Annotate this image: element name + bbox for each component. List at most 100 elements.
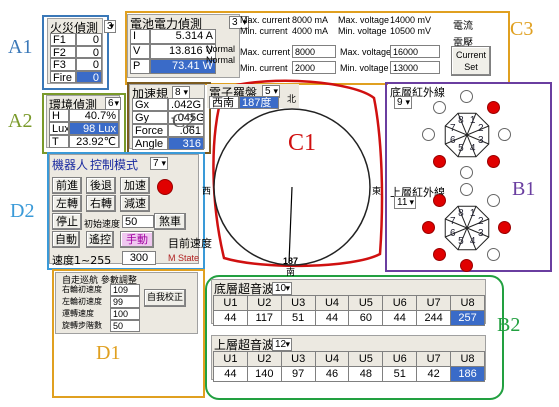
- stat-key: Max. current: [240, 15, 291, 25]
- us-header: U5: [348, 295, 384, 311]
- us-header: U3: [280, 351, 316, 367]
- us-upper-table: U1 U2 U3 U4 U5 U6 U7 U8 44 140 97 46 48 51 42 186: [213, 351, 485, 382]
- us-lower-table: U1 U2 U3 U4 U5 U6 U7 U8 44 117 51 44 60 44 244 257: [213, 295, 485, 326]
- ir_lower-sensor-0: [460, 90, 473, 103]
- row-label: Angle: [132, 137, 168, 150]
- row-label: I: [130, 29, 150, 44]
- row-label: F1: [50, 33, 76, 46]
- ir_lower-number: 4: [469, 143, 476, 155]
- set-key2: Max. voltage: [340, 47, 392, 57]
- us-value: 46: [314, 366, 350, 382]
- set-key: Min. current: [240, 63, 288, 73]
- fire-dropdown[interactable]: 3: [104, 20, 116, 33]
- init-speed-label: 初始速度: [84, 220, 121, 230]
- us-lower-dropdown[interactable]: 10: [272, 282, 292, 295]
- init-speed-input[interactable]: 50: [122, 215, 154, 228]
- speed-range-label: 速度1~255: [52, 254, 112, 267]
- us-header: U6: [382, 295, 418, 311]
- env-panel: 環境偵測 6 H40.7%Lux98 LuxT23.92℃: [46, 95, 121, 148]
- tuning-input[interactable]: 50: [110, 320, 140, 332]
- ir_upper-sensor-2: [498, 221, 511, 234]
- us-upper-dropdown[interactable]: 12: [272, 338, 292, 351]
- auto-button[interactable]: 自動: [52, 231, 80, 248]
- row-label: H: [49, 109, 69, 122]
- us-value: 51: [382, 366, 418, 382]
- robot-button-3[interactable]: 左轉: [52, 195, 82, 212]
- manual-button[interactable]: 手動: [120, 231, 154, 248]
- label-a2: A2: [8, 110, 33, 132]
- robot-button-2[interactable]: 加速: [120, 177, 150, 194]
- tuning-label: 左輪初速度: [62, 297, 102, 306]
- robot-button-0[interactable]: 前進: [52, 177, 82, 194]
- remote-button[interactable]: 遙控: [86, 231, 114, 248]
- set-input[interactable]: 8000: [292, 45, 336, 58]
- robot-button-5[interactable]: 減速: [120, 195, 150, 212]
- us-value: 44: [213, 310, 248, 326]
- tuning-input[interactable]: 109: [110, 284, 140, 296]
- tuning-input[interactable]: 99: [110, 296, 140, 308]
- ir_lower-sensor-6: [422, 128, 435, 141]
- brake-button[interactable]: 煞車: [154, 213, 186, 230]
- row-value: 98 Lux: [69, 122, 119, 135]
- current-set-button[interactable]: Current Set: [451, 46, 491, 76]
- compass-south: 南: [286, 268, 296, 278]
- set-input[interactable]: 2000: [292, 61, 336, 74]
- ir_lower-number: 5: [458, 143, 464, 155]
- ir_lower-number: 8: [458, 114, 464, 126]
- row-value: 0: [76, 70, 102, 83]
- label-d2: D2: [10, 200, 35, 222]
- current-label: 電流: [453, 21, 473, 32]
- us-header: U7: [416, 295, 452, 311]
- tuning-label: 運轉速度: [62, 309, 94, 318]
- stat-key2: Min. voltage: [338, 26, 387, 36]
- us-value: 44: [314, 310, 350, 326]
- row-label: V: [130, 44, 150, 59]
- ir_upper-sensor-1: [486, 194, 500, 208]
- robot-button-6[interactable]: 停止: [52, 213, 82, 230]
- label-c2: C2: [172, 110, 196, 132]
- row-value: 0: [76, 45, 102, 58]
- us-value: 257: [450, 310, 485, 326]
- robot-button-4[interactable]: 右轉: [86, 195, 116, 212]
- tuning-input[interactable]: 100: [110, 308, 140, 320]
- us-value: 48: [348, 366, 384, 382]
- tuning-label: 旋轉步階數: [62, 321, 102, 330]
- self-calibrate-button[interactable]: 自我校正: [144, 289, 186, 307]
- ir_upper-number: 8: [458, 207, 464, 219]
- us-header: U6: [382, 351, 418, 367]
- normal-label-2: Normal: [206, 55, 236, 65]
- ir_upper-number: 2: [478, 216, 484, 228]
- row-value: 0: [76, 33, 102, 46]
- row-label: Gx: [132, 98, 168, 111]
- robot-title: 機器人: [52, 158, 89, 172]
- ir_lower-number: 3: [478, 134, 484, 146]
- mode-dropdown[interactable]: 7: [150, 157, 168, 170]
- ir_lower-number: 7: [449, 123, 456, 135]
- ir_upper-sensor-5: [433, 247, 447, 261]
- set-key2: Min. voltage: [340, 63, 389, 73]
- ir_lower-number: 1: [469, 114, 476, 126]
- us-header: U1: [213, 351, 248, 367]
- ir_upper-number: 7: [449, 216, 456, 228]
- robot-button-1[interactable]: 後退: [86, 177, 116, 194]
- us-value: 140: [246, 366, 282, 382]
- set-input2[interactable]: 16000: [390, 45, 440, 58]
- speed-input[interactable]: 300: [122, 251, 156, 265]
- stat-value: 4000 mA: [292, 26, 329, 36]
- ir_lower-number: 6: [449, 134, 456, 146]
- us-lower-panel: 底層超音波 10 U1U2U3U4U5U6U7U8441175144604424…: [211, 279, 486, 326]
- us-upper-panel: 上層超音波 12 U1U2U3U4U5U6U7U8441409746485142…: [211, 335, 486, 382]
- row-label: Force: [132, 124, 168, 137]
- us-value: 97: [280, 366, 316, 382]
- us-header: U4: [314, 351, 350, 367]
- row-label: T: [49, 135, 69, 148]
- stat-value: 8000 mA: [292, 15, 329, 25]
- us-header: U4: [314, 295, 350, 311]
- ir_upper-number: 6: [449, 227, 456, 239]
- stat-value2: 10500 mV: [390, 26, 432, 36]
- row-value: 40.7%: [69, 109, 119, 122]
- set-input2[interactable]: 13000: [390, 61, 440, 74]
- ir_upper-sensor-0: [460, 183, 473, 196]
- us-header: U8: [450, 351, 485, 367]
- label-d1: D1: [96, 342, 121, 364]
